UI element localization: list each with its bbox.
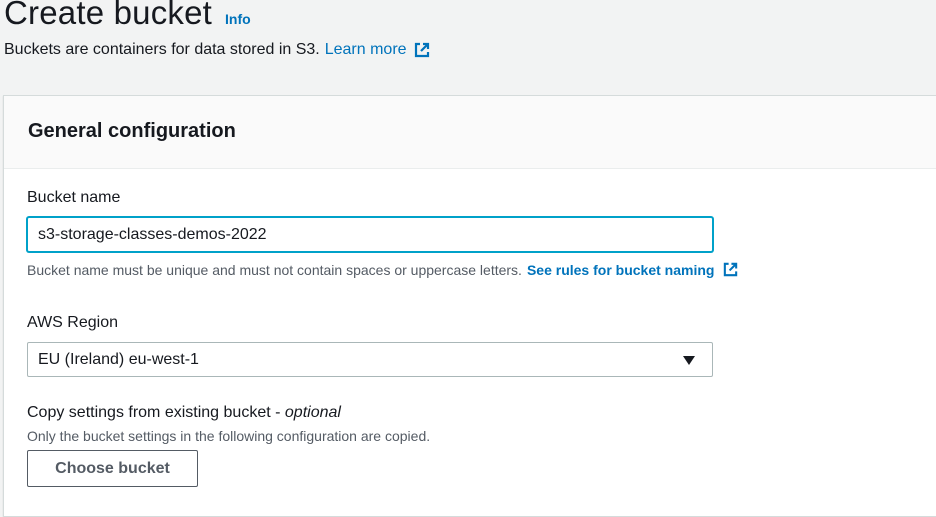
bucket-name-hint-text: Bucket name must be unique and must not …: [27, 261, 522, 278]
aws-region-label: AWS Region: [27, 314, 118, 331]
external-link-icon[interactable]: [722, 261, 739, 278]
copy-settings-description: Only the bucket settings in the followin…: [27, 428, 431, 444]
panel-header: General configuration: [4, 96, 936, 169]
title-row: Create bucket Info: [4, 0, 251, 32]
bucket-name-label: Bucket name: [27, 189, 121, 206]
bucket-name-input[interactable]: [27, 217, 713, 252]
bucket-name-hint: Bucket name must be unique and must not …: [27, 261, 739, 278]
page-header: Create bucket Info Buckets are container…: [0, 0, 936, 96]
copy-settings-label-text: Copy settings from existing bucket -: [27, 404, 285, 421]
external-link-icon[interactable]: [413, 41, 431, 59]
panel-title: General configuration: [28, 120, 236, 142]
page-description-text: Buckets are containers for data stored i…: [4, 41, 320, 58]
bucket-naming-rules-link[interactable]: See rules for bucket naming: [527, 262, 715, 278]
aws-region-selected-value: EU (Ireland) eu-west-1: [38, 350, 199, 368]
dropdown-caret-icon: [683, 356, 695, 365]
aws-region-select[interactable]: EU (Ireland) eu-west-1: [27, 342, 713, 377]
optional-label: optional: [284, 404, 341, 421]
copy-settings-label: Copy settings from existing bucket - opt…: [27, 404, 341, 422]
learn-more-link[interactable]: Learn more: [325, 41, 407, 59]
choose-bucket-button[interactable]: Choose bucket: [27, 450, 198, 487]
info-link[interactable]: Info: [225, 11, 251, 27]
page-title: Create bucket: [4, 0, 213, 31]
page-description: Buckets are containers for data stored i…: [4, 41, 431, 59]
